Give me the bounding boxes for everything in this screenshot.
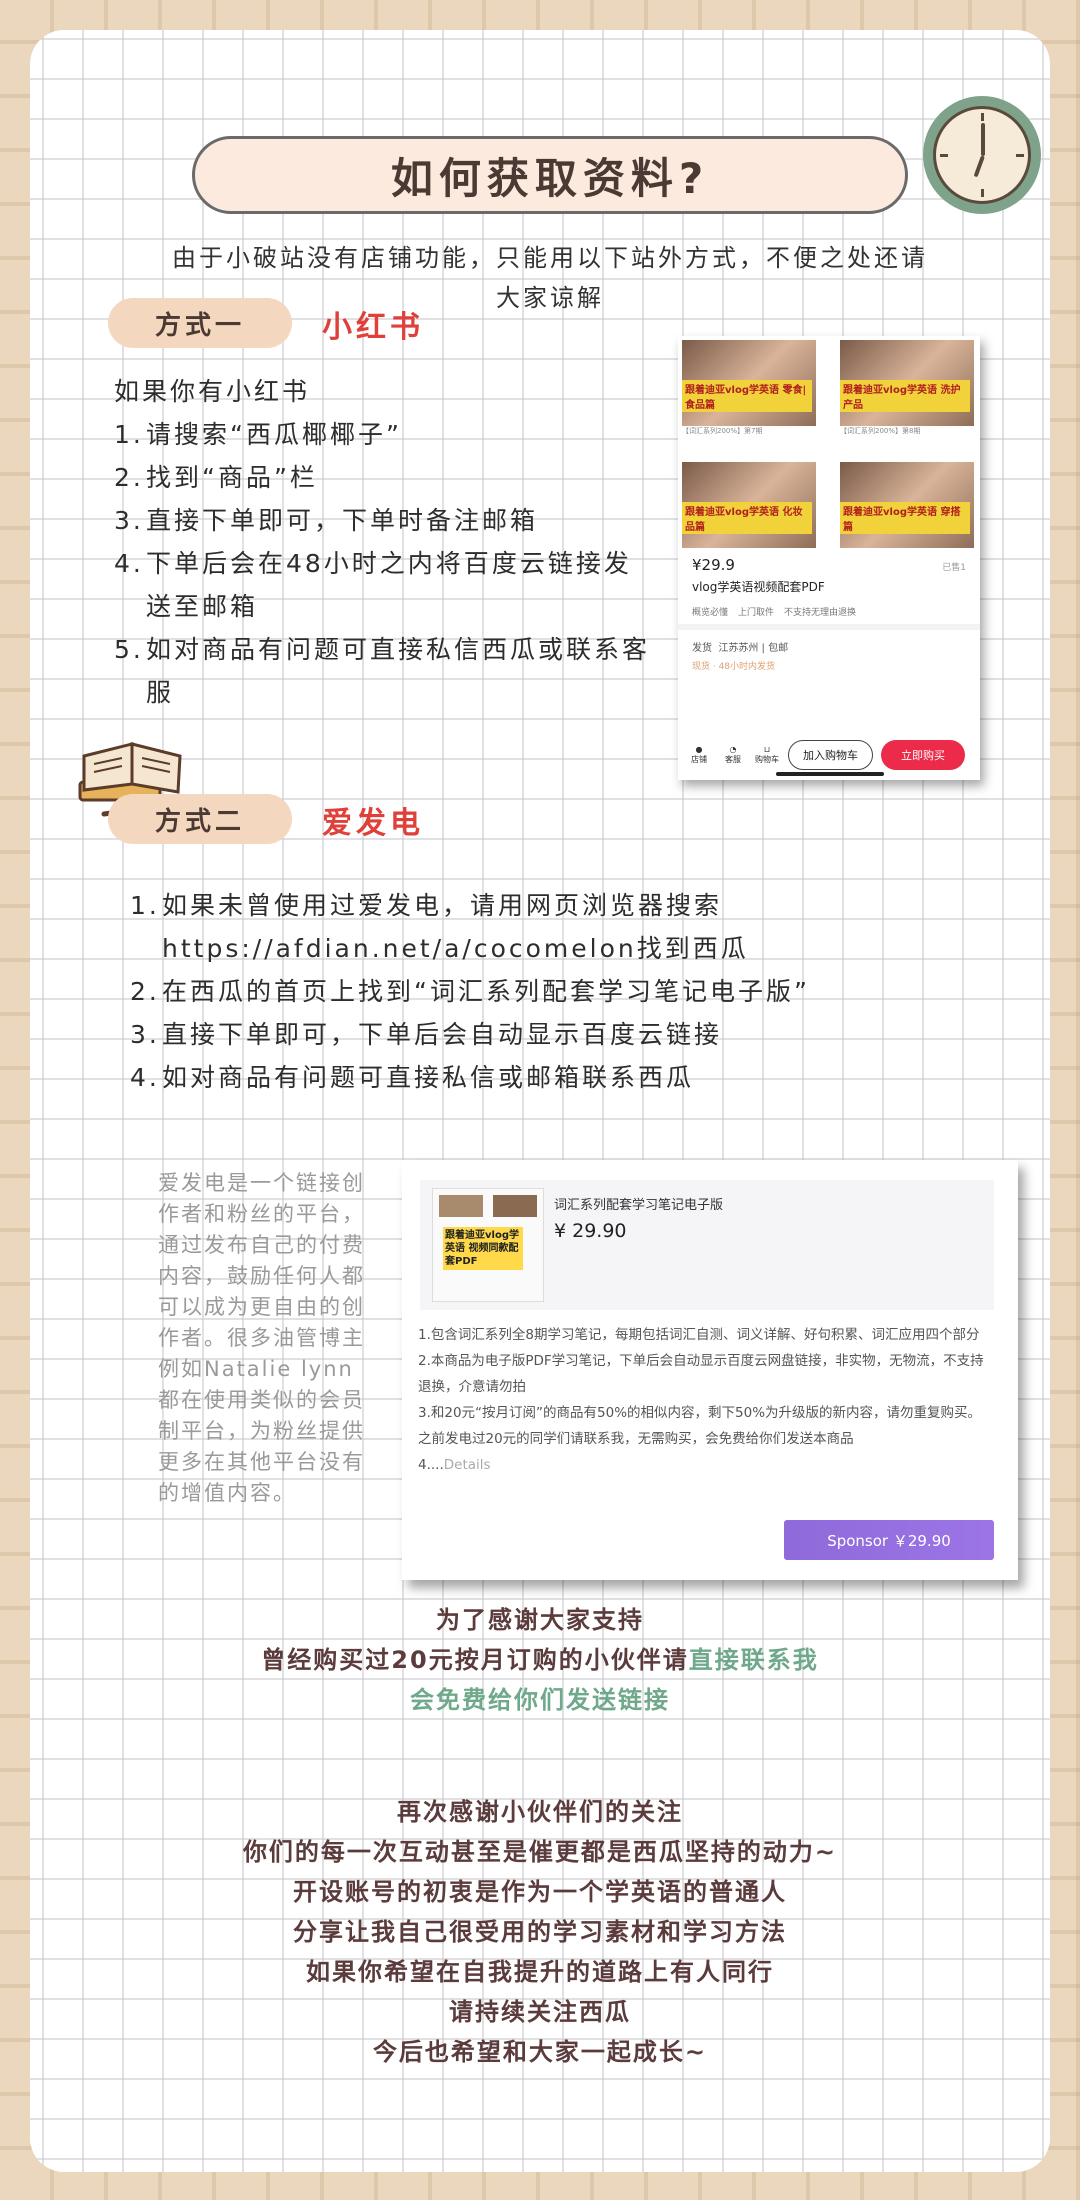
step-item: 1. 如果未曾使用过爱发电，请用网页浏览器搜索https://afdian.net… (130, 884, 890, 970)
step-number: 3. (130, 1020, 160, 1049)
method1-steps: 1. 请搜索“西瓜椰椰子” 2. 找到“商品”栏 3. 直接下单即可，下单时备注邮箱 4. 下… (114, 413, 654, 714)
step-text: 直接下单即可，下单时备注邮箱 (146, 506, 539, 535)
product-image: 跟着迪亚vlog学英语 洗护产品 (840, 340, 974, 426)
shipping-info: 发货 江苏苏州 | 包邮 现货 · 48小时内发货 (692, 643, 789, 672)
thanks-line-2: 曾经购买过20元按月订购的小伙伴请直接联系我 (261, 1646, 819, 1674)
step-item: 3. 直接下单即可，下单后会自动显示百度云链接 (130, 1013, 890, 1056)
step-number: 2. (114, 463, 144, 492)
step-text: 下单后会在48小时之内将百度云链接发送至邮箱 (146, 549, 632, 621)
product-thumbnail: 跟着迪亚vlog学英语 视频同款配套PDF (432, 1188, 544, 1302)
step-text: 如果未曾使用过爱发电，请用网页浏览器搜索https://afdian.net/a… (162, 891, 749, 963)
step-item: 4. 下单后会在48小时之内将百度云链接发送至邮箱 (114, 542, 654, 628)
step-text: 直接下单即可，下单后会自动显示百度云链接 (162, 1020, 723, 1049)
product-tags: 概览必懂 上门取件 不支持无理由退换 (678, 599, 980, 630)
xiaohongshu-product-screenshot: 跟着迪亚vlog学英语 零食|食品篇 【词汇系列200%】第7期 跟着迪亚vlo… (678, 336, 980, 780)
card-product-title: 词汇系列配套学习笔记电子版 (554, 1198, 724, 1213)
card-description: 1.包含词汇系列全8期学习笔记，每期包括词汇自测、词义详解、好句积累、词汇应用四… (418, 1327, 984, 1473)
clock-icon (923, 96, 1041, 214)
product-image: 跟着迪亚vlog学英语 化妆品篇 (682, 462, 816, 548)
closing-line: 请持续关注西瓜 (449, 1998, 631, 2026)
method1-instructions: 如果你有小红书 1. 请搜索“西瓜椰椰子” 2. 找到“商品”栏 3. 直接下单即可，下单… (114, 370, 654, 714)
title-banner: 如何获取资料? (192, 136, 908, 214)
step-number: 2. (130, 977, 160, 1006)
step-number: 5. (114, 635, 144, 664)
closing-line: 分享让我自己很受用的学习素材和学习方法 (293, 1918, 787, 1946)
step-number: 1. (114, 420, 144, 449)
method1-lead: 如果你有小红书 (114, 377, 311, 406)
closing-line: 再次感谢小伙伴们的关注 (397, 1798, 683, 1826)
buy-now-button[interactable]: 立即购买 (881, 740, 965, 770)
thanks-line-1: 为了感谢大家支持 (436, 1606, 644, 1634)
step-number: 1. (130, 891, 160, 920)
sponsor-button[interactable]: Sponsor ￥29.90 (784, 1520, 994, 1560)
product-image: 跟着迪亚vlog学英语 零食|食品篇 (682, 340, 816, 426)
step-text: 找到“商品”栏 (146, 463, 318, 492)
method2-instructions: 1. 如果未曾使用过爱发电，请用网页浏览器搜索https://afdian.net… (130, 884, 890, 1099)
step-text: 如对商品有问题可直接私信或邮箱联系西瓜 (162, 1063, 695, 1092)
step-item: 2. 在西瓜的首页上找到“词汇系列配套学习笔记电子版” (130, 970, 890, 1013)
step-item: 4. 如对商品有问题可直接私信或邮箱联系西瓜 (130, 1056, 890, 1099)
closing-line: 开设账号的初衷是作为一个学英语的普通人 (293, 1878, 787, 1906)
step-text: 如对商品有问题可直接私信西瓜或联系客服 (146, 635, 651, 707)
step-item: 1. 请搜索“西瓜椰椰子” (114, 413, 654, 456)
closing-message: 再次感谢小伙伴们的关注你们的每一次互动甚至是催更都是西瓜坚持的动力~ 开设账号的初… (30, 1792, 1050, 2072)
product-image: 跟着迪亚vlog学英语 穿搭篇 (840, 462, 974, 548)
step-number: 4. (130, 1063, 160, 1092)
product-title: vlog学英语视频配套PDF (692, 580, 825, 594)
page-title: 如何获取资料? (390, 153, 710, 203)
method2-label: 方式二 (108, 794, 292, 844)
step-item: 2. 找到“商品”栏 (114, 456, 654, 499)
purchase-bar: ● 店铺 ◔ 客服 ⊔ 购物车 加入购物车 立即购买 (678, 740, 980, 770)
closing-line: 今后也希望和大家一起成长~ (372, 2038, 708, 2066)
add-to-cart-button[interactable]: 加入购物车 (788, 740, 873, 770)
customer-service-icon[interactable]: ◔ 客服 (720, 745, 746, 765)
method1-platform: 小红书 (322, 310, 424, 345)
step-text: 在西瓜的首页上找到“词汇系列配套学习笔记电子版” (162, 977, 810, 1006)
cart-icon[interactable]: ⊔ 购物车 (754, 745, 780, 765)
sold-count: 已售1 (942, 563, 966, 573)
home-indicator (776, 772, 884, 776)
closing-line: 如果你希望在自我提升的道路上有人同行 (306, 1958, 774, 1986)
product-price: ¥29.9 (692, 556, 735, 574)
closing-line: 你们的每一次互动甚至是催更都是西瓜坚持的动力~ (242, 1838, 838, 1866)
step-number: 3. (114, 506, 144, 535)
step-item: 5. 如对商品有问题可直接私信西瓜或联系客服 (114, 628, 654, 714)
step-item: 3. 直接下单即可，下单时备注邮箱 (114, 499, 654, 542)
thanks-line-3: 会免费给你们发送链接 (410, 1686, 670, 1714)
details-link[interactable]: Details (444, 1457, 491, 1473)
step-text: 请搜索“西瓜椰椰子” (146, 420, 402, 449)
method2-platform: 爱发电 (322, 806, 424, 841)
thanks-block: 为了感谢大家支持 曾经购买过20元按月订购的小伙伴请直接联系我 会免费给你们发送… (30, 1600, 1050, 1720)
afdian-description: 爱发电是一个链接创作者和粉丝的平台，通过发布自己的付费内容，鼓励任何人都可以成为… (158, 1171, 365, 1505)
afdian-product-card: 跟着迪亚vlog学英语 视频同款配套PDF 词汇系列配套学习笔记电子版 ¥ 29… (402, 1160, 1018, 1580)
step-number: 4. (114, 549, 144, 578)
method1-label: 方式一 (108, 298, 292, 348)
store-icon[interactable]: ● 店铺 (686, 745, 712, 765)
card-product-price: ¥ 29.90 (554, 1220, 627, 1242)
method2-steps: 1. 如果未曾使用过爱发电，请用网页浏览器搜索https://afdian.net… (130, 884, 890, 1099)
grid-paper-background: 如何获取资料? 由于小破站没有店铺功能，只能用以下站外方式，不便之处还请大家谅解… (30, 30, 1050, 2172)
